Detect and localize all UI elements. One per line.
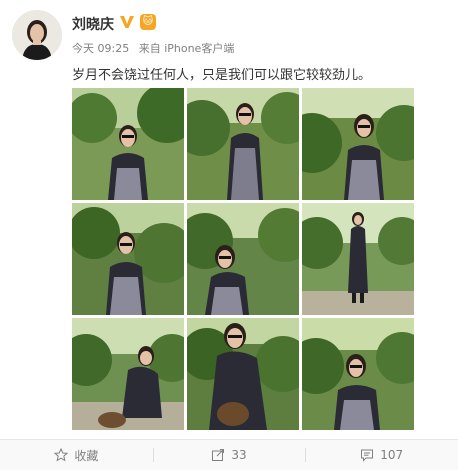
comment-icon — [360, 448, 374, 462]
favorite-label: 收藏 — [74, 448, 99, 463]
member-badge-icon[interactable]: 🐱 — [140, 14, 156, 30]
photo-7[interactable] — [72, 318, 184, 430]
repost-button[interactable]: 33 — [152, 440, 306, 470]
star-icon — [54, 448, 69, 462]
favorite-button[interactable]: 收藏 — [0, 440, 153, 470]
weibo-post-card: 刘晓庆 🐱 今天 09:25 来自 iPhone客户端 岁月不会饶过任何人，只是… — [0, 0, 458, 470]
post-meta: 今天 09:25 来自 iPhone客户端 — [72, 40, 240, 56]
post-source[interactable]: 来自 iPhone客户端 — [139, 42, 235, 55]
photo-5[interactable] — [187, 203, 299, 315]
username[interactable]: 刘晓庆 — [72, 14, 114, 34]
repost-icon — [211, 448, 225, 462]
photo-3[interactable] — [302, 88, 414, 200]
photo-2[interactable] — [187, 88, 299, 200]
photo-6[interactable] — [302, 203, 414, 315]
post-text: 岁月不会饶过任何人，只是我们可以跟它较较劲儿。 — [72, 68, 372, 83]
post-action-bar: 收藏 33 107 — [0, 439, 458, 470]
photo-9[interactable] — [302, 318, 414, 430]
post-time[interactable]: 今天 09:25 — [72, 42, 129, 55]
repost-count: 33 — [231, 448, 247, 462]
user-avatar[interactable] — [12, 10, 62, 60]
photo-grid — [72, 88, 414, 430]
photo-4[interactable] — [72, 203, 184, 315]
verified-v-icon — [119, 14, 135, 30]
comment-button[interactable]: 107 — [305, 440, 458, 470]
photo-1[interactable] — [72, 88, 184, 200]
photo-8[interactable] — [187, 318, 299, 430]
comment-count: 107 — [380, 448, 404, 462]
